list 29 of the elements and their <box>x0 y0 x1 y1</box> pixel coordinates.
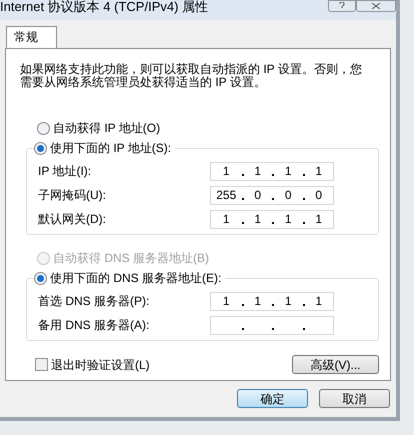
description-text: 如果网络支持此功能，则可以获取自动指派的 IP 设置。否则，您需要从网络系统管理员处获得适当的 IP 设置。 <box>20 63 362 89</box>
field-label: IP 地址(I): <box>38 164 92 178</box>
help-button[interactable] <box>328 0 356 12</box>
ip-address-field[interactable] <box>210 316 334 334</box>
tab[interactable]: 常规 <box>6 26 57 48</box>
advanced-button[interactable]: 高级(V)... <box>292 355 379 374</box>
checkbox[interactable] <box>35 358 48 371</box>
radio-button[interactable] <box>34 142 47 154</box>
field-label: 子网掩码(U): <box>38 188 106 202</box>
radio-label: 使用下面的 DNS 服务器地址(E): <box>50 271 222 285</box>
radio-label: 自动获得 IP 地址(O) <box>53 121 160 135</box>
dialog-button[interactable]: 确定 <box>237 389 308 408</box>
radio-button[interactable] <box>37 122 50 134</box>
radio-label: 使用下面的 IP 地址(S): <box>50 141 172 155</box>
field-label: 默认网关(D): <box>38 212 106 226</box>
ip-address-field[interactable]: 1 1 1 1 <box>210 162 334 180</box>
ip-address-field[interactable]: 255 0 0 0 <box>210 186 334 204</box>
field-label: 备用 DNS 服务器(A): <box>38 318 150 332</box>
radio-button[interactable] <box>34 272 47 284</box>
dialog-button[interactable]: 取消 <box>319 389 390 408</box>
field-label: 首选 DNS 服务器(P): <box>38 294 150 308</box>
ip-address-field[interactable]: 1 1 1 1 <box>210 210 334 228</box>
window-title: Internet 协议版本 4 (TCP/IPv4) 属性 <box>0 0 208 14</box>
help-icon <box>339 2 345 10</box>
checkbox-label: 退出时验证设置(L) <box>51 358 150 372</box>
radio-label: 自动获得 DNS 服务器地址(B) <box>53 251 209 265</box>
close-button[interactable] <box>356 0 396 12</box>
close-icon <box>371 3 381 9</box>
ip-address-field[interactable]: 1 1 1 1 <box>210 292 334 310</box>
